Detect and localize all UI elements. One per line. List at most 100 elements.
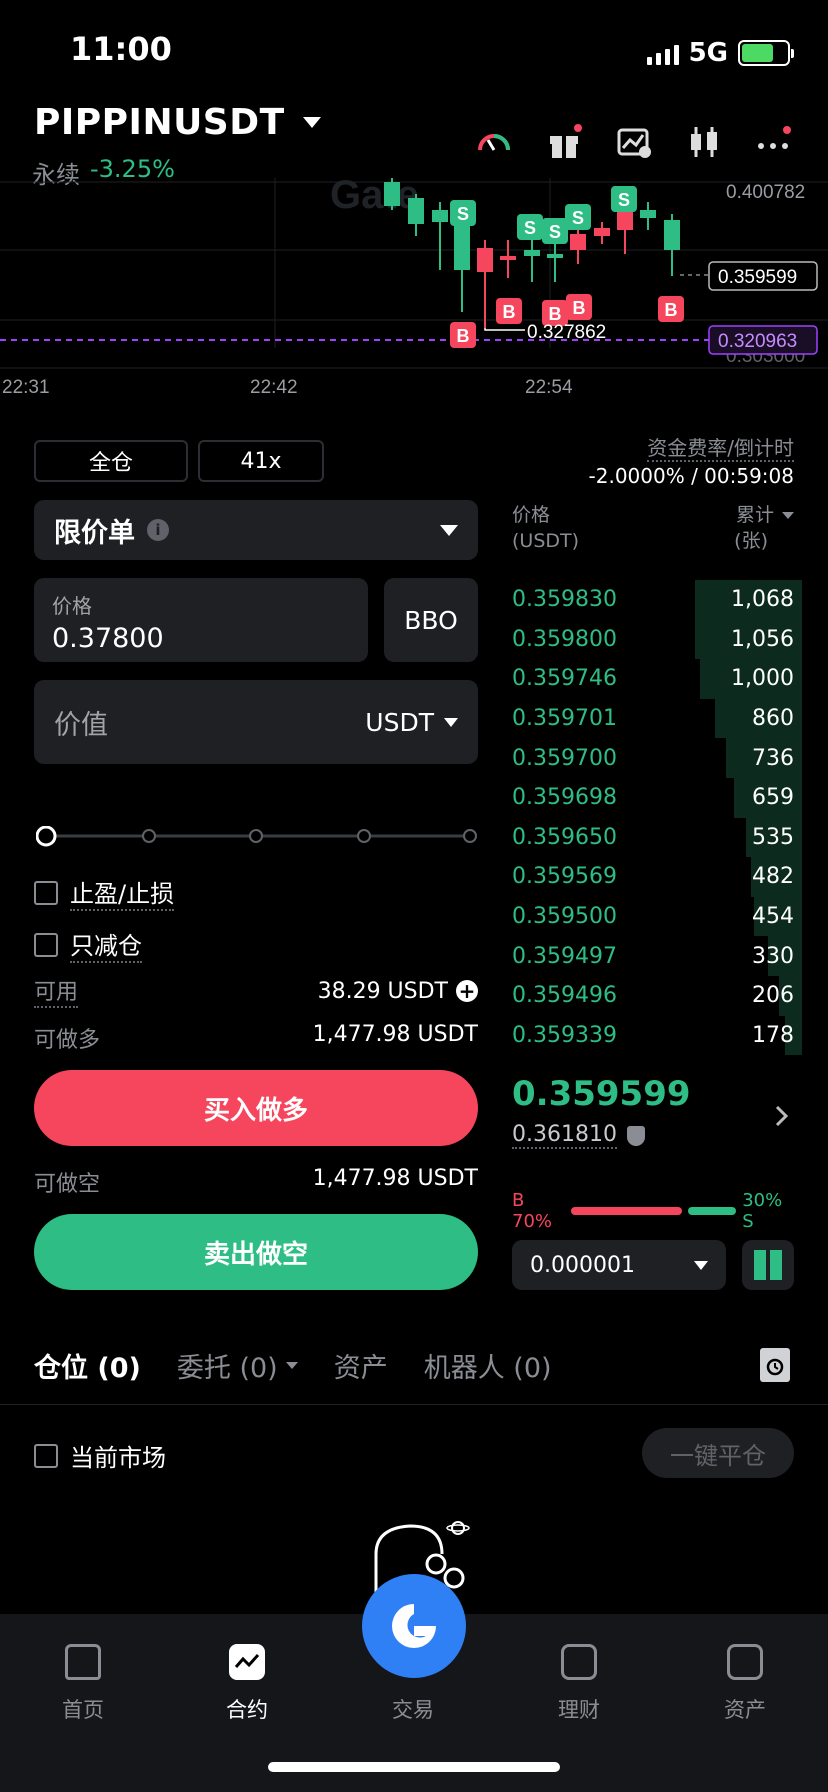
nav-assets[interactable]: 资产 bbox=[690, 1636, 800, 1724]
position-tabs: 仓位 (0) 委托 (0) 资产 机器人 (0) bbox=[34, 1346, 552, 1385]
margin-mode-button[interactable]: 全仓 bbox=[34, 440, 188, 482]
ob-row-price: 0.359650 bbox=[512, 824, 617, 850]
order-type-value: 限价单 bbox=[54, 517, 135, 549]
orderbook-row[interactable]: 0.359746 1,000 bbox=[512, 659, 802, 699]
futures-icon bbox=[229, 1644, 265, 1680]
price-input[interactable]: 价格 0.37800 bbox=[34, 578, 368, 662]
earn-icon bbox=[561, 1644, 597, 1680]
buy-marker: B bbox=[573, 298, 586, 318]
ob-qty-unit: (张) bbox=[734, 530, 768, 552]
signal-icon bbox=[646, 41, 679, 65]
max-long-row: 可做多 1,477.98 USDT bbox=[34, 1022, 478, 1054]
current-market-checkbox[interactable]: 当前市场 bbox=[34, 1438, 166, 1473]
amount-slider[interactable] bbox=[35, 825, 477, 847]
precision-value: 0.000001 bbox=[530, 1252, 635, 1278]
gift-icon[interactable] bbox=[546, 124, 582, 160]
buy-ratio-label: B 70% bbox=[512, 1190, 553, 1232]
tpsl-checkbox[interactable]: 止盈/止损 bbox=[34, 874, 175, 911]
ob-row-qty: 1,000 bbox=[731, 666, 794, 692]
ob-row-price: 0.359698 bbox=[512, 785, 617, 811]
reduce-only-checkbox[interactable]: 只减仓 bbox=[34, 926, 142, 963]
nav-futures[interactable]: 合约 bbox=[192, 1636, 302, 1724]
last-price: 0.359599 bbox=[512, 1074, 691, 1114]
chart-settings-icon[interactable] bbox=[616, 124, 652, 160]
low-marker-label: 0.327862 bbox=[527, 322, 606, 343]
status-time: 11:00 bbox=[70, 30, 172, 68]
value-unit-select[interactable]: USDT bbox=[365, 708, 458, 737]
time-label: 22:42 bbox=[250, 377, 298, 398]
sell-marker: S bbox=[457, 204, 469, 224]
info-icon[interactable]: i bbox=[147, 519, 169, 541]
orderbook-row[interactable]: 0.359830 1,068 bbox=[512, 580, 802, 620]
orderbook-row[interactable]: 0.359497 330 bbox=[512, 936, 802, 976]
orderbook-row[interactable]: 0.359500 454 bbox=[512, 896, 802, 937]
ob-row-qty: 659 bbox=[752, 785, 794, 811]
value-input[interactable]: 价值 USDT bbox=[34, 680, 478, 764]
max-long-label: 可做多 bbox=[34, 1028, 101, 1053]
chevron-right-icon[interactable] bbox=[774, 1104, 790, 1132]
leverage-button[interactable]: 41x bbox=[198, 440, 324, 482]
funding-value: -2.0000% / 00:59:08 bbox=[588, 464, 794, 488]
network-label: 5G bbox=[688, 38, 728, 68]
tab-bots[interactable]: 机器人 (0) bbox=[424, 1346, 552, 1385]
nav-futures-label: 合约 bbox=[226, 1698, 268, 1722]
buy-marker: B bbox=[549, 304, 562, 324]
ob-row-price: 0.359701 bbox=[512, 706, 617, 732]
orderbook-row[interactable]: 0.359700 736 bbox=[512, 738, 802, 778]
trade-fab-button[interactable] bbox=[362, 1574, 466, 1678]
orderbook-row[interactable]: 0.359650 535 bbox=[512, 817, 802, 858]
gate-logo-icon bbox=[392, 1604, 436, 1648]
orderbook-row[interactable]: 0.359339 178 bbox=[512, 1015, 802, 1056]
nav-assets-label: 资产 bbox=[724, 1698, 766, 1722]
caret-down-icon bbox=[694, 1260, 708, 1270]
shield-icon bbox=[626, 1125, 645, 1146]
history-icon[interactable] bbox=[760, 1348, 790, 1382]
orderbook-layout-icon[interactable] bbox=[742, 1240, 794, 1290]
sentiment-gauge-icon[interactable] bbox=[476, 124, 512, 160]
ob-row-price: 0.359500 bbox=[512, 904, 617, 930]
buy-long-button[interactable]: 买入做多 bbox=[34, 1070, 478, 1146]
sell-short-button[interactable]: 卖出做空 bbox=[34, 1214, 478, 1290]
kline-chart[interactable]: Gate S S S S S B B B B B 0.327862 0.4007… bbox=[0, 178, 828, 400]
order-type-select[interactable]: 限价单 i bbox=[34, 500, 478, 560]
wallet-icon bbox=[727, 1644, 763, 1680]
checkbox-icon[interactable] bbox=[34, 880, 58, 905]
add-funds-icon[interactable]: + bbox=[456, 980, 478, 1002]
tab-orders[interactable]: 委托 (0) bbox=[177, 1346, 298, 1385]
orderbook-row[interactable]: 0.359701 860 bbox=[512, 698, 802, 739]
reduce-only-label: 只减仓 bbox=[70, 926, 142, 963]
symbol-selector[interactable]: PIPPINUSDT bbox=[34, 102, 321, 143]
checkbox-icon[interactable] bbox=[34, 932, 58, 957]
checkbox-icon[interactable] bbox=[34, 1443, 58, 1468]
ob-row-qty: 454 bbox=[752, 904, 794, 930]
nav-home[interactable]: 首页 bbox=[28, 1636, 138, 1724]
orderbook-row[interactable]: 0.359800 1,056 bbox=[512, 619, 802, 660]
y-label-current: 0.359599 bbox=[718, 267, 797, 288]
price-value[interactable]: 0.37800 bbox=[52, 623, 350, 654]
ob-row-qty: 860 bbox=[752, 706, 794, 732]
orderbook-row[interactable]: 0.359569 482 bbox=[512, 857, 802, 897]
sell-marker: S bbox=[549, 222, 561, 242]
nav-earn[interactable]: 理财 bbox=[524, 1636, 634, 1724]
precision-select[interactable]: 0.000001 bbox=[512, 1240, 726, 1290]
caret-down-icon bbox=[782, 511, 794, 519]
bbo-button[interactable]: BBO bbox=[384, 578, 478, 662]
more-icon[interactable] bbox=[756, 124, 792, 160]
orderbook-row[interactable]: 0.359496 206 bbox=[512, 975, 802, 1016]
battery-icon bbox=[738, 40, 794, 66]
nav-trade-label: 交易 bbox=[392, 1698, 434, 1722]
ob-row-price: 0.359700 bbox=[512, 745, 617, 771]
tab-positions[interactable]: 仓位 (0) bbox=[34, 1346, 141, 1385]
ob-qty-toggle[interactable]: 累计 (张) bbox=[734, 502, 794, 554]
max-short-value: 1,477.98 USDT bbox=[312, 1166, 478, 1191]
mark-price-row[interactable]: 0.361810 bbox=[512, 1122, 645, 1149]
max-long-value: 1,477.98 USDT bbox=[312, 1022, 478, 1047]
ob-row-qty: 178 bbox=[752, 1022, 794, 1048]
tab-assets[interactable]: 资产 bbox=[334, 1346, 388, 1385]
ob-row-price: 0.359746 bbox=[512, 666, 617, 692]
close-all-button[interactable]: 一键平仓 bbox=[642, 1428, 794, 1478]
buy-ratio-bar bbox=[570, 1207, 683, 1215]
candlestick-icon[interactable] bbox=[686, 124, 722, 160]
orderbook-row[interactable]: 0.359698 659 bbox=[512, 777, 802, 818]
funding-info[interactable]: 资金费率/倒计时 -2.0000% / 00:59:08 bbox=[589, 434, 794, 490]
